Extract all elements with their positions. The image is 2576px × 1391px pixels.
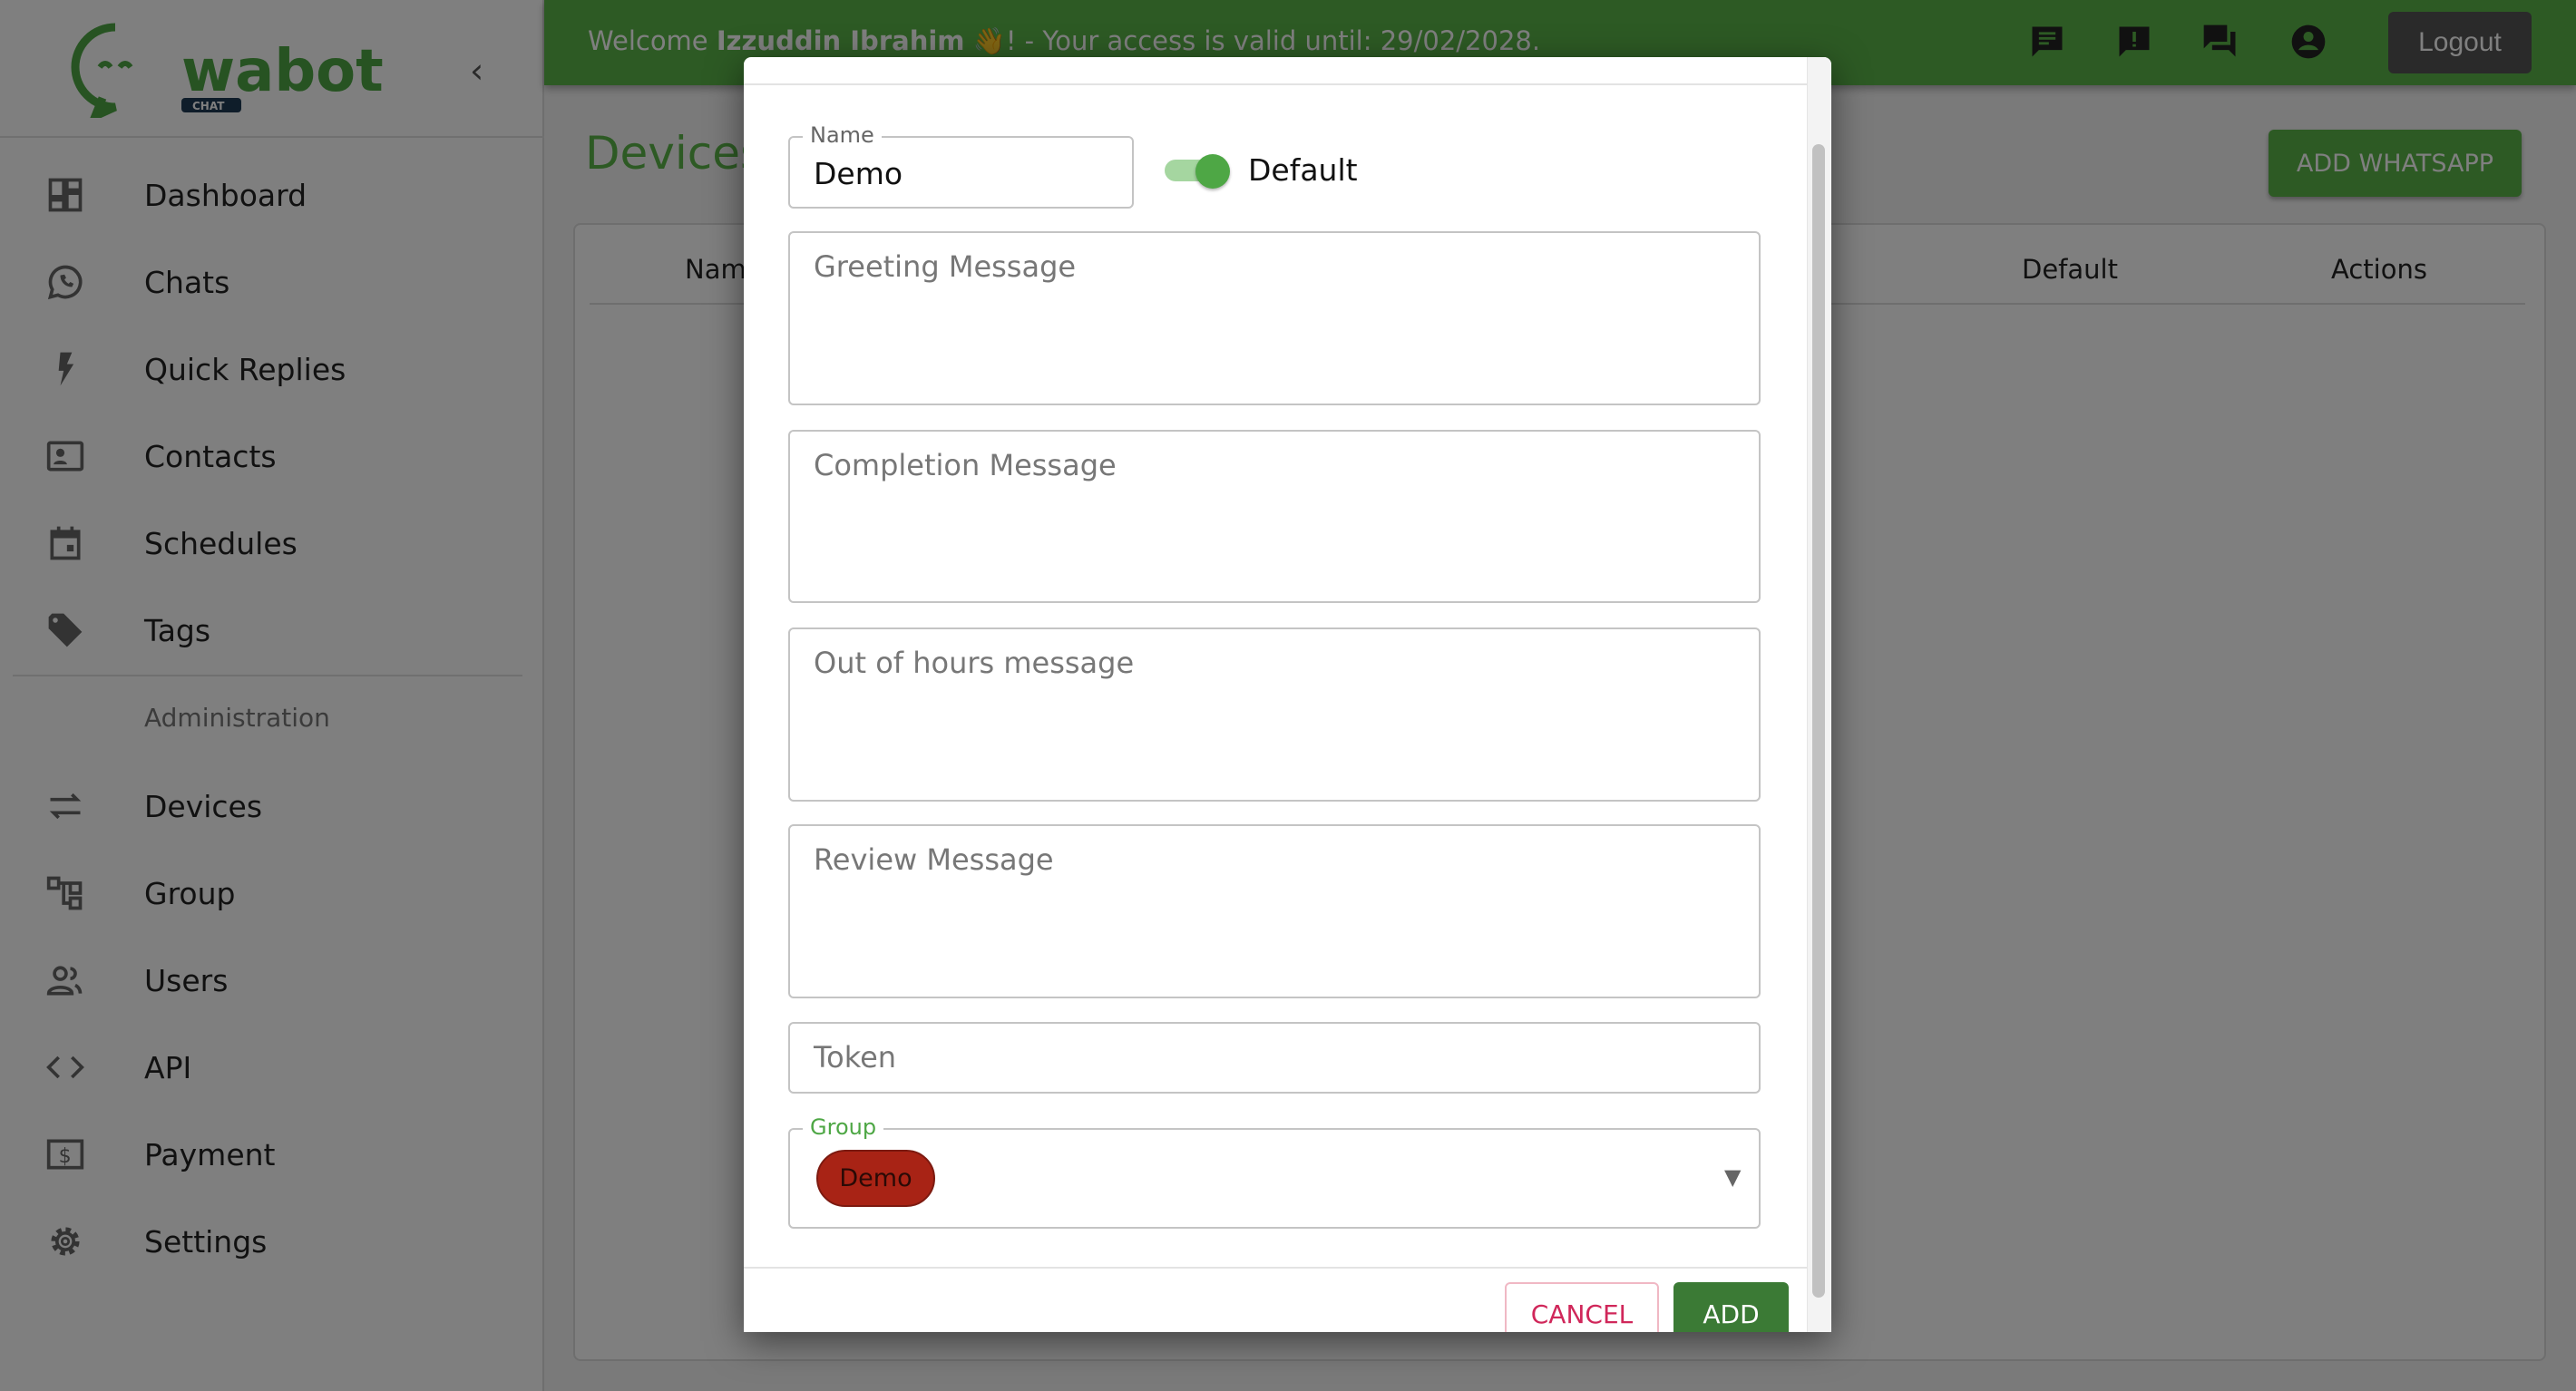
toggle-knob <box>1195 154 1230 189</box>
completion-placeholder: Completion Message <box>814 448 1117 482</box>
name-value: Demo <box>814 156 903 191</box>
group-label: Group <box>803 1114 884 1140</box>
default-toggle[interactable] <box>1165 154 1232 189</box>
default-label: Default <box>1248 152 1358 188</box>
group-chip[interactable]: Demo <box>816 1150 935 1207</box>
dialog-divider <box>744 83 1807 85</box>
review-placeholder: Review Message <box>814 842 1054 877</box>
dialog-scrollbar-thumb[interactable] <box>1812 144 1825 1298</box>
dropdown-arrow-icon[interactable]: ▼ <box>1724 1164 1741 1190</box>
greeting-placeholder: Greeting Message <box>814 249 1077 284</box>
name-field[interactable]: Name Demo <box>788 122 1134 209</box>
token-input[interactable]: Token <box>788 1022 1761 1094</box>
name-label: Name <box>803 122 882 148</box>
cancel-button[interactable]: CANCEL <box>1505 1282 1659 1332</box>
add-button[interactable]: ADD <box>1673 1282 1789 1332</box>
dialog-footer-divider <box>744 1267 1807 1269</box>
review-message-textarea[interactable]: Review Message <box>788 824 1761 998</box>
completion-message-textarea[interactable]: Completion Message <box>788 430 1761 603</box>
add-device-dialog: Name Demo Default Greeting Message Compl… <box>744 57 1831 1332</box>
out-of-hours-placeholder: Out of hours message <box>814 646 1135 680</box>
token-placeholder: Token <box>814 1040 897 1075</box>
out-of-hours-message-textarea[interactable]: Out of hours message <box>788 627 1761 802</box>
greeting-message-textarea[interactable]: Greeting Message <box>788 231 1761 405</box>
